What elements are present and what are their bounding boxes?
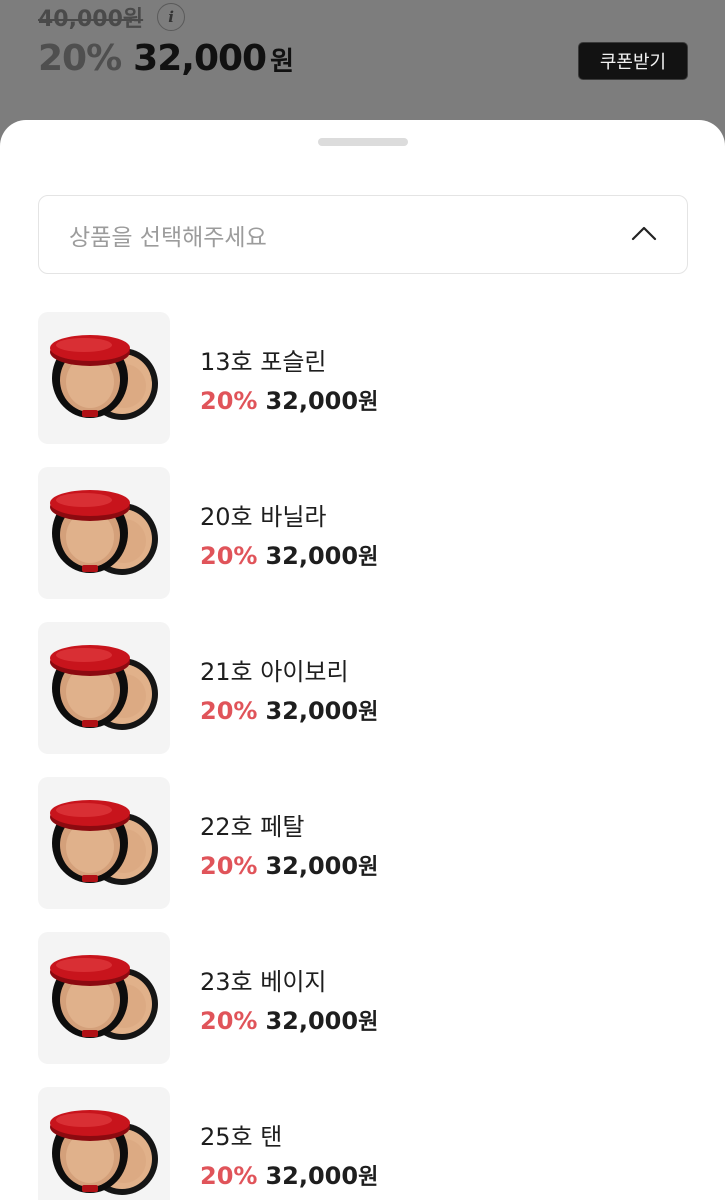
option-currency: 원 bbox=[358, 855, 379, 880]
option-price-row: 20% 32,000 원 bbox=[200, 849, 378, 881]
option-list-item[interactable]: 20호 바닐라 20% 32,000 원 bbox=[0, 467, 725, 601]
option-currency: 원 bbox=[358, 545, 379, 570]
option-discount-rate: 20% bbox=[200, 1162, 258, 1190]
product-thumbnail bbox=[38, 777, 170, 909]
coupon-button[interactable]: 쿠폰받기 bbox=[578, 42, 688, 80]
product-thumbnail bbox=[38, 622, 170, 754]
product-thumbnail bbox=[38, 932, 170, 1064]
currency-label: 원 bbox=[270, 47, 295, 77]
option-name: 20호 바닐라 bbox=[200, 503, 327, 531]
option-discount-rate: 20% bbox=[200, 852, 258, 880]
original-price: 40,000원 bbox=[38, 7, 144, 32]
cushion-compact-image bbox=[50, 490, 158, 575]
option-discount-rate: 20% bbox=[200, 1007, 258, 1035]
option-name: 13호 포슬린 bbox=[200, 348, 327, 376]
option-price: 32,000 bbox=[265, 1162, 359, 1190]
option-bottom-sheet: 상품을 선택해주세요 13호 포슬린 20% 32,000 원 20호 바닐라 … bbox=[0, 120, 725, 1200]
option-price-row: 20% 32,000 원 bbox=[200, 1159, 378, 1191]
sale-price: 32,000 bbox=[133, 38, 267, 79]
sheet-drag-handle[interactable] bbox=[318, 138, 408, 146]
option-price: 32,000 bbox=[265, 852, 359, 880]
option-discount-rate: 20% bbox=[200, 542, 258, 570]
cushion-compact-image bbox=[50, 645, 158, 730]
sale-price-row: 20% 32,000 원 bbox=[38, 38, 294, 86]
option-selector-placeholder: 상품을 선택해주세요 bbox=[69, 224, 267, 251]
option-discount-rate: 20% bbox=[200, 697, 258, 725]
option-price-row: 20% 32,000 원 bbox=[200, 1004, 378, 1036]
option-discount-rate: 20% bbox=[200, 387, 258, 415]
chevron-up-icon bbox=[631, 226, 657, 241]
option-currency: 원 bbox=[358, 1165, 379, 1190]
option-currency: 원 bbox=[358, 390, 379, 415]
option-list-item[interactable]: 23호 베이지 20% 32,000 원 bbox=[0, 932, 725, 1066]
discount-rate: 20% bbox=[38, 38, 122, 79]
product-price-area: 40,000원 i 20% 32,000 원 쿠폰받기 bbox=[0, 0, 725, 140]
cushion-compact-image bbox=[50, 800, 158, 885]
option-list-item[interactable]: 25호 탠 20% 32,000 원 bbox=[0, 1087, 725, 1200]
option-currency: 원 bbox=[358, 700, 379, 725]
option-price-row: 20% 32,000 원 bbox=[200, 539, 378, 571]
option-name: 25호 탠 bbox=[200, 1123, 283, 1151]
product-thumbnail bbox=[38, 1087, 170, 1200]
cushion-compact-image bbox=[50, 335, 158, 420]
option-price-row: 20% 32,000 원 bbox=[200, 384, 378, 416]
option-list-item[interactable]: 22호 페탈 20% 32,000 원 bbox=[0, 777, 725, 911]
cushion-compact-image bbox=[50, 1110, 158, 1195]
option-price-row: 20% 32,000 원 bbox=[200, 694, 378, 726]
option-price: 32,000 bbox=[265, 1007, 359, 1035]
option-list-item[interactable]: 21호 아이보리 20% 32,000 원 bbox=[0, 622, 725, 756]
option-name: 22호 페탈 bbox=[200, 813, 305, 841]
option-name: 21호 아이보리 bbox=[200, 658, 349, 686]
option-price: 32,000 bbox=[265, 697, 359, 725]
option-list-item[interactable]: 13호 포슬린 20% 32,000 원 bbox=[0, 312, 725, 446]
product-thumbnail bbox=[38, 467, 170, 599]
product-thumbnail bbox=[38, 312, 170, 444]
option-price: 32,000 bbox=[265, 387, 359, 415]
original-price-row: 40,000원 i bbox=[38, 2, 186, 32]
option-name: 23호 베이지 bbox=[200, 968, 327, 996]
option-price: 32,000 bbox=[265, 542, 359, 570]
cushion-compact-image bbox=[50, 955, 158, 1040]
info-icon[interactable]: i bbox=[157, 3, 186, 31]
option-currency: 원 bbox=[358, 1010, 379, 1035]
option-selector-dropdown[interactable]: 상품을 선택해주세요 bbox=[38, 195, 688, 274]
